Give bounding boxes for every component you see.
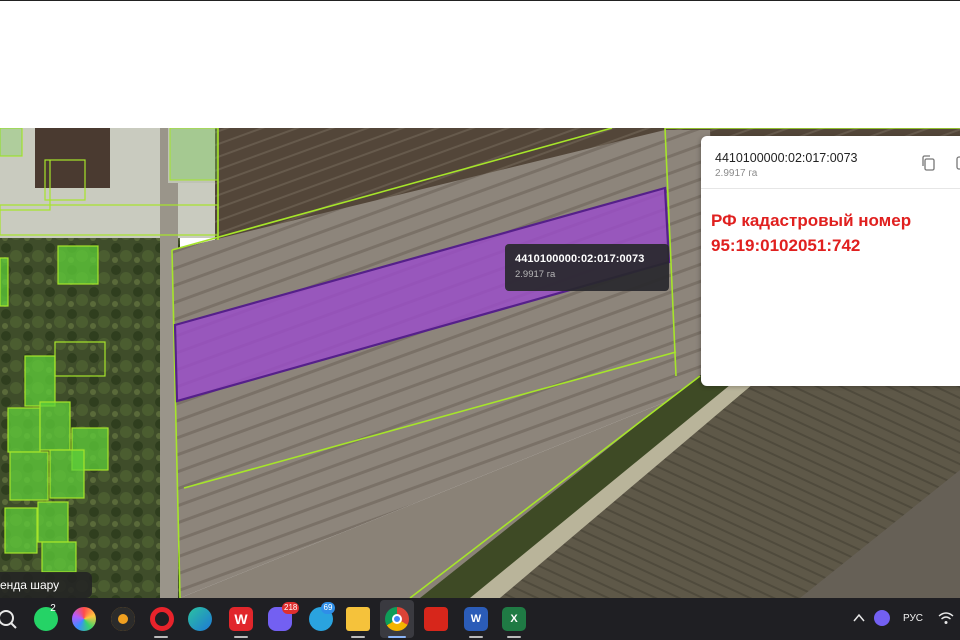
parcel-info-panel: 4410100000:02:017:0073 2.9917 га РФ када… bbox=[701, 136, 960, 386]
search-icon[interactable] bbox=[0, 608, 18, 630]
parcel-tooltip: 4410100000:02:017:0073 2.9917 га bbox=[505, 244, 669, 291]
dark-plot bbox=[35, 128, 110, 188]
rf-label: РФ кадастровый номер bbox=[711, 211, 912, 230]
language-indicator[interactable]: РУС bbox=[903, 613, 923, 624]
wifi-icon[interactable] bbox=[938, 611, 954, 625]
screen: 4410100000:02:017:0073 2.9917 га 4410100… bbox=[0, 0, 960, 640]
excel-icon[interactable]: X bbox=[502, 607, 526, 631]
top-border bbox=[0, 0, 960, 1]
eye-app-icon[interactable] bbox=[111, 607, 135, 631]
windows-taskbar: 2 W 218 69 W X РУС bbox=[0, 598, 960, 640]
map-label-chip[interactable]: енда шару bbox=[0, 572, 92, 598]
green-tile bbox=[169, 128, 219, 181]
panel-divider bbox=[701, 188, 960, 189]
word-icon[interactable]: W bbox=[464, 607, 488, 631]
chrome-active-indicator bbox=[388, 636, 406, 638]
tooltip-cadastral-number: 4410100000:02:017:0073 bbox=[515, 253, 645, 265]
wps-office-icon[interactable]: W bbox=[229, 607, 253, 631]
green-tile-small bbox=[0, 128, 22, 156]
excel-active-indicator bbox=[507, 636, 521, 638]
panel-area: 2.9917 га bbox=[715, 168, 758, 179]
opera-active-indicator bbox=[154, 636, 168, 638]
word-active-indicator bbox=[469, 636, 483, 638]
pinwheel-app-icon[interactable] bbox=[72, 607, 96, 631]
map-chip-label: енда шару bbox=[0, 578, 60, 592]
chevron-up-icon[interactable] bbox=[852, 612, 866, 624]
acrobat-icon[interactable] bbox=[424, 607, 448, 631]
opera-icon[interactable] bbox=[150, 607, 174, 631]
file-explorer-icon[interactable] bbox=[346, 607, 370, 631]
chrome-center-dot bbox=[392, 614, 402, 624]
telegram-badge: 69 bbox=[321, 602, 335, 614]
wps-active-indicator bbox=[234, 636, 248, 638]
edge-icon[interactable] bbox=[188, 607, 212, 631]
copy-icon-secondary[interactable] bbox=[955, 154, 960, 172]
tooltip-area: 2.9917 га bbox=[515, 269, 556, 280]
rf-cadastral-note: РФ кадастровый номер 95:19:0102051:742 bbox=[711, 208, 911, 258]
viber-badge: 218 bbox=[282, 602, 300, 614]
copy-icon[interactable] bbox=[919, 154, 937, 172]
panel-cadastral-number[interactable]: 4410100000:02:017:0073 bbox=[715, 151, 858, 165]
explorer-active-indicator bbox=[351, 636, 365, 638]
whatsapp-badge: 2 bbox=[50, 603, 56, 614]
viber-tray-icon[interactable] bbox=[874, 610, 890, 626]
rf-number: 95:19:0102051:742 bbox=[711, 236, 861, 255]
blank-header-area bbox=[0, 0, 960, 128]
